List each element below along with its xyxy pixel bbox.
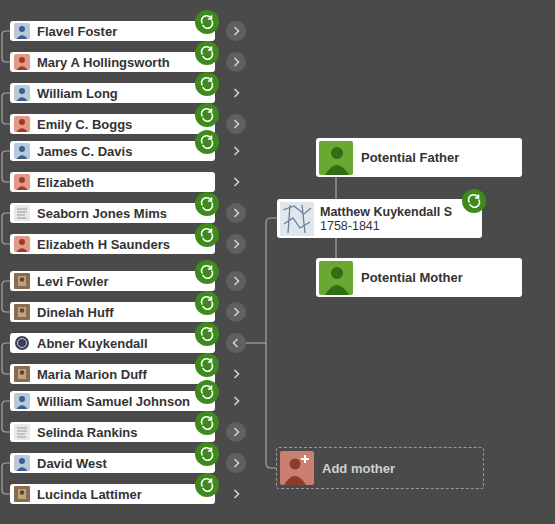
seal-avatar-icon: [14, 335, 30, 351]
expand-chevron-icon[interactable]: [226, 333, 246, 353]
record-hint-icon[interactable]: [195, 411, 219, 435]
record-hint-icon[interactable]: [195, 473, 219, 497]
expand-chevron-icon[interactable]: [226, 364, 246, 384]
male-avatar-icon: [14, 455, 30, 471]
record-hint-icon[interactable]: [195, 41, 219, 65]
pedigree-canvas: Flavel Foster Mary A Hollingsworth William…: [0, 0, 555, 524]
potential-mother-card[interactable]: Potential Mother: [316, 258, 522, 297]
record-hint-icon[interactable]: [195, 291, 219, 315]
expand-chevron-icon[interactable]: [226, 302, 246, 322]
ancestor-name: Dinelah Huff: [37, 305, 114, 320]
ancestor-card[interactable]: Emily C. Boggs: [10, 114, 215, 134]
ancestor-card[interactable]: William Samuel Johnson: [10, 391, 215, 411]
male-avatar-icon: [14, 393, 30, 409]
record-hint-icon[interactable]: [195, 260, 219, 284]
ancestor-card[interactable]: Abner Kuykendall: [10, 333, 215, 353]
focus-years: 1758-1841: [320, 219, 452, 233]
ancestor-card[interactable]: Levi Fowler: [10, 271, 215, 291]
document-avatar-icon: [14, 205, 30, 221]
record-hint-icon[interactable]: [195, 130, 219, 154]
add-female-icon: [280, 451, 314, 485]
female-avatar-icon: [14, 236, 30, 252]
ancestor-name: Emily C. Boggs: [37, 117, 132, 132]
ancestor-name: Elizabeth: [37, 175, 94, 190]
ancestor-card[interactable]: Flavel Foster: [10, 21, 215, 41]
ancestor-card[interactable]: James C. Davis: [10, 141, 215, 161]
record-hint-icon[interactable]: [195, 10, 219, 34]
expand-chevron-icon[interactable]: [226, 271, 246, 291]
record-hint-icon[interactable]: [195, 72, 219, 96]
focus-person-card[interactable]: Matthew Kuykendall S1758-1841: [277, 199, 482, 238]
ancestor-card[interactable]: Seaborn Jones Mims: [10, 203, 215, 223]
ancestor-name: Abner Kuykendall: [37, 336, 148, 351]
ancestor-card[interactable]: Dinelah Huff: [10, 302, 215, 322]
record-hint-icon[interactable]: [195, 103, 219, 127]
expand-chevron-icon[interactable]: [226, 114, 246, 134]
expand-chevron-icon[interactable]: [226, 422, 246, 442]
person-silhouette-icon: [319, 141, 353, 175]
expand-chevron-icon[interactable]: [226, 453, 246, 473]
ancestor-card[interactable]: Maria Marion Duff: [10, 364, 215, 384]
expand-chevron-icon[interactable]: [226, 141, 246, 161]
male-avatar-icon: [14, 23, 30, 39]
record-hint-icon[interactable]: [195, 353, 219, 377]
ancestor-card[interactable]: Mary A Hollingsworth: [10, 52, 215, 72]
add-mother-button[interactable]: Add mother: [276, 447, 484, 489]
photo-avatar-icon: [14, 273, 30, 289]
expand-chevron-icon[interactable]: [226, 484, 246, 504]
potential-father-card[interactable]: Potential Father: [316, 138, 522, 177]
focus-name: Matthew Kuykendall S: [320, 205, 452, 219]
photo-avatar-icon: [14, 366, 30, 382]
expand-chevron-icon[interactable]: [226, 391, 246, 411]
ancestor-card[interactable]: Lucinda Lattimer: [10, 484, 215, 504]
male-avatar-icon: [14, 143, 30, 159]
ancestor-name: Levi Fowler: [37, 274, 109, 289]
document-avatar-icon: [14, 424, 30, 440]
record-hint-icon[interactable]: [195, 223, 219, 247]
ancestor-name: Maria Marion Duff: [37, 367, 147, 382]
ancestor-name: Seaborn Jones Mims: [37, 206, 167, 221]
expand-chevron-icon[interactable]: [226, 234, 246, 254]
ancestor-name: David West: [37, 456, 107, 471]
ancestor-name: Lucinda Lattimer: [37, 487, 142, 502]
ancestor-card[interactable]: William Long: [10, 83, 215, 103]
ancestor-name: Mary A Hollingsworth: [37, 55, 170, 70]
add-mother-label: Add mother: [322, 461, 395, 476]
ancestor-name: James C. Davis: [37, 144, 132, 159]
ancestor-name: William Samuel Johnson: [37, 394, 190, 409]
ancestor-card[interactable]: Elizabeth: [10, 172, 215, 192]
record-hint-icon[interactable]: [195, 322, 219, 346]
ancestor-name: William Long: [37, 86, 118, 101]
ancestor-card[interactable]: Selinda Rankins: [10, 422, 215, 442]
ancestor-name: Selinda Rankins: [37, 425, 137, 440]
expand-chevron-icon[interactable]: [226, 21, 246, 41]
ancestor-name: Elizabeth H Saunders: [37, 237, 170, 252]
expand-chevron-icon[interactable]: [226, 203, 246, 223]
male-avatar-icon: [14, 85, 30, 101]
map-photo-icon: [280, 202, 314, 236]
expand-chevron-icon[interactable]: [226, 52, 246, 72]
ancestor-card[interactable]: Elizabeth H Saunders: [10, 234, 215, 254]
ancestor-name: Flavel Foster: [37, 24, 117, 39]
record-hint-icon[interactable]: [195, 380, 219, 404]
record-hint-icon[interactable]: [462, 189, 486, 213]
person-silhouette-icon: [319, 261, 353, 295]
record-hint-icon[interactable]: [195, 442, 219, 466]
photo-avatar-icon: [14, 486, 30, 502]
expand-chevron-icon[interactable]: [226, 172, 246, 192]
photo-avatar-icon: [14, 304, 30, 320]
ancestor-card[interactable]: David West: [10, 453, 215, 473]
female-avatar-icon: [14, 54, 30, 70]
parent-label: Potential Father: [361, 150, 459, 165]
record-hint-icon[interactable]: [195, 192, 219, 216]
female-avatar-icon: [14, 174, 30, 190]
female-avatar-icon: [14, 116, 30, 132]
expand-chevron-icon[interactable]: [226, 83, 246, 103]
parent-label: Potential Mother: [361, 270, 463, 285]
